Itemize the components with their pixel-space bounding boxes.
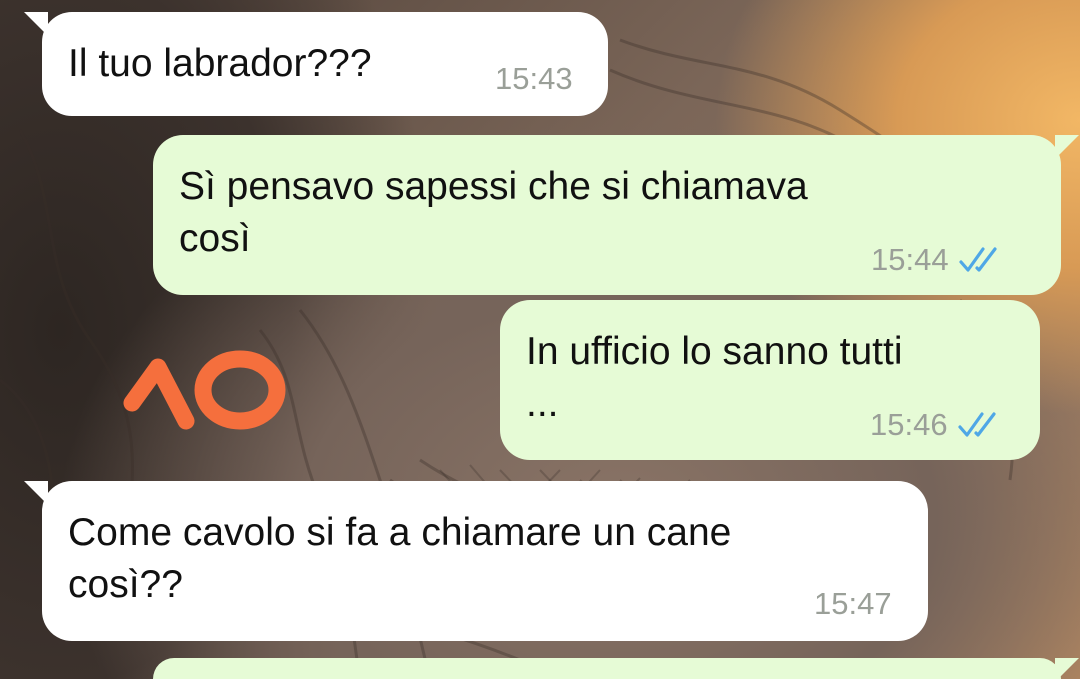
bubble-tail xyxy=(1055,658,1079,679)
message-meta: 15:46 xyxy=(870,408,1002,442)
message-text: In ufficio lo sanno tutti ... xyxy=(526,330,903,425)
message-timestamp: 15:44 xyxy=(871,242,949,277)
message-bubble-incoming[interactable]: Il tuo labrador??? 15:43 xyxy=(24,12,608,116)
double-check-icon xyxy=(958,247,997,272)
message-text: Come cavolo si fa a chiamare un cane cos… xyxy=(68,511,732,606)
message-bubble-incoming[interactable]: Come cavolo si fa a chiamare un cane cos… xyxy=(24,481,928,641)
message-bubble-outgoing-partial[interactable] xyxy=(153,658,1079,679)
handwritten-number-annotation xyxy=(123,350,286,430)
message-meta: 15:47 xyxy=(814,587,892,621)
double-check-icon xyxy=(957,412,996,437)
message-meta: 15:44 xyxy=(871,243,1003,277)
message-timestamp: 15:47 xyxy=(814,586,892,621)
message-timestamp: 15:46 xyxy=(870,407,948,442)
bubble-tail xyxy=(1055,135,1079,159)
message-bubble-outgoing[interactable]: In ufficio lo sanno tutti ... 15:46 xyxy=(500,300,1040,460)
bubble-tail xyxy=(24,12,48,36)
bubble-tail xyxy=(24,481,48,505)
message-bubble-outgoing[interactable]: Sì pensavo sapessi che si chiamava così … xyxy=(153,135,1079,295)
message-text: Il tuo labrador??? xyxy=(68,42,372,85)
message-text: Sì pensavo sapessi che si chiamava così xyxy=(179,165,808,260)
message-meta: 15:43 xyxy=(495,62,573,96)
message-timestamp: 15:43 xyxy=(495,61,573,96)
